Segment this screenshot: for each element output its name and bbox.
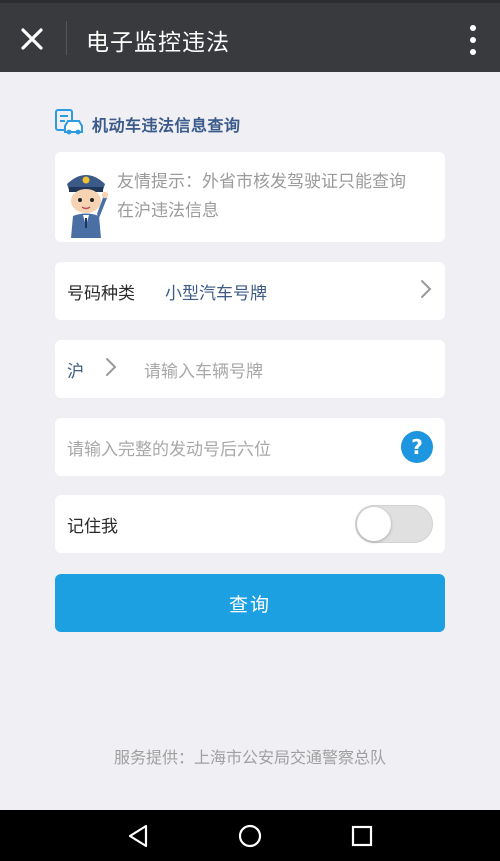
plate-number-field[interactable]: 沪 请输入车辆号牌 [55, 340, 445, 398]
section-heading-text: 机动车违法信息查询 [92, 116, 241, 135]
remember-me-label: 记住我 [67, 516, 118, 537]
chevron-right-icon [419, 278, 433, 305]
plate-type-label: 号码种类 [67, 283, 135, 304]
section-heading: 机动车违法信息查询 [54, 108, 241, 140]
engine-number-input[interactable]: 请输入完整的发动号后六位 [67, 435, 401, 460]
more-vertical-icon[interactable] [466, 23, 480, 57]
engine-number-field[interactable]: 请输入完整的发动号后六位 ? [55, 418, 445, 476]
tip-card: 友情提示：外省市核发驾驶证只能查询 在沪违法信息 [55, 152, 445, 242]
tip-text: 友情提示：外省市核发驾驶证只能查询 在沪违法信息 [117, 172, 406, 221]
toggle-knob [357, 507, 391, 541]
recent-apps-icon[interactable] [348, 822, 376, 850]
remember-me-toggle[interactable] [355, 505, 433, 543]
plate-prefix-selector[interactable]: 沪 [67, 357, 84, 382]
top-app-bar: 电子监控违法 [0, 0, 500, 72]
topbar-divider [66, 21, 67, 55]
service-provider-footer: 服务提供：上海市公安局交通警察总队 [113, 748, 386, 767]
remember-me-row: 记住我 [55, 495, 445, 553]
system-navigation-bar [0, 810, 500, 861]
help-icon[interactable]: ? [401, 431, 433, 463]
plate-number-input[interactable]: 请输入车辆号牌 [144, 357, 433, 382]
home-icon[interactable] [236, 822, 264, 850]
police-officer-avatar [61, 168, 111, 244]
car-document-icon [54, 108, 84, 140]
query-button[interactable]: 查询 [55, 574, 445, 632]
plate-type-selector[interactable]: 号码种类 小型汽车号牌 [55, 262, 445, 320]
page-title: 电子监控违法 [86, 30, 230, 56]
plate-type-value: 小型汽车号牌 [165, 283, 267, 304]
back-icon[interactable] [124, 822, 152, 850]
chevron-right-icon [104, 356, 118, 383]
close-icon[interactable] [14, 21, 50, 57]
